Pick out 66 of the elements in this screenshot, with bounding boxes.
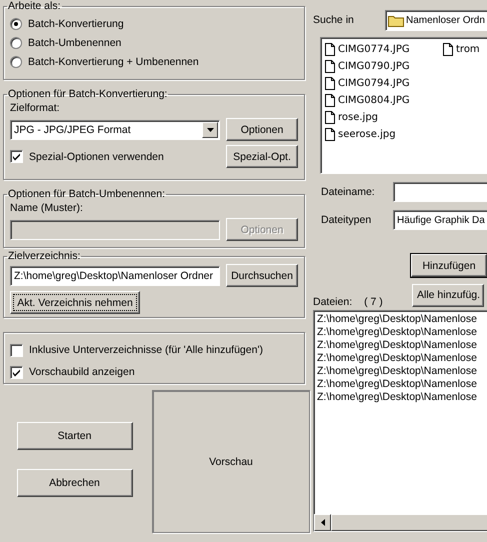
file-name-field[interactable]	[393, 182, 487, 202]
scroll-left-icon	[320, 519, 324, 526]
file-item[interactable]: rose.jpg	[325, 109, 443, 126]
look-in-label: Suche in	[313, 14, 355, 26]
file-icon	[325, 94, 335, 107]
file-item[interactable]: CIMG0790.JPG	[325, 58, 443, 75]
file-item[interactable]: CIMG0794.JPG	[325, 75, 443, 92]
file-icon	[325, 128, 335, 141]
file-types-label: Dateitypen	[320, 214, 372, 226]
radio-label[interactable]: Batch-Umbenennen	[28, 36, 122, 48]
file-item[interactable]: seerose.jpg	[325, 126, 443, 143]
radio-button[interactable]	[10, 56, 22, 68]
dropdown-arrow-icon	[206, 128, 214, 132]
file-path-item[interactable]: Z:\home\greg\Desktop\Namenlose	[317, 378, 487, 391]
browse-button[interactable]: Durchsuchen	[226, 264, 298, 287]
file-path-item[interactable]: Z:\home\greg\Desktop\Namenlose	[317, 391, 487, 404]
add-all-button[interactable]: Alle hinzufüg.	[412, 284, 484, 306]
file-icon	[325, 43, 335, 56]
file-path-item[interactable]: Z:\home\greg\Desktop\Namenlose	[317, 326, 487, 339]
file-path-item[interactable]: Z:\home\greg\Desktop\Namenlose	[317, 313, 487, 326]
group-title: Zielverzeichnis:	[7, 250, 82, 262]
radio-button[interactable]	[10, 36, 22, 48]
radio-label[interactable]: Batch-Konvertierung	[28, 18, 124, 30]
folder-dropdown[interactable]: Namenloser Ordn	[385, 10, 487, 30]
use-current-folder-button[interactable]: Akt. Verzeichnis nehmen	[10, 291, 140, 314]
name-label: Name (Muster):	[10, 202, 84, 214]
checkbox[interactable]	[10, 366, 23, 378]
checkbox[interactable]	[10, 344, 23, 356]
action-button[interactable]: Starten	[16, 422, 132, 450]
horizontal-scrollbar[interactable]	[314, 514, 487, 531]
action-button[interactable]: Abbrechen	[16, 469, 132, 497]
file-types-dropdown[interactable]: Häufige Graphik Da	[393, 210, 487, 230]
add-button[interactable]: Hinzufügen	[411, 254, 487, 277]
name-pattern-field[interactable]	[10, 220, 220, 240]
format-label: Zielformat:	[10, 102, 61, 114]
selected-files-list[interactable]	[313, 310, 487, 532]
special-options-button[interactable]: Spezial-Opt.	[226, 145, 298, 168]
file-icon	[443, 43, 453, 56]
file-icon	[325, 77, 335, 90]
file-item[interactable]: CIMG0774.JPG	[325, 41, 443, 58]
checkbox-label[interactable]: Inklusive Unterverzeichnisse (für 'Alle hinzufügen')	[29, 344, 263, 356]
checkmark-icon	[11, 151, 22, 162]
file-name-label: Dateiname:	[320, 186, 376, 198]
files-count-label: Dateien:	[313, 296, 352, 308]
file-icon	[325, 60, 335, 73]
checkbox-label[interactable]: Vorschaubild anzeigen	[29, 366, 135, 378]
radio-label[interactable]: Batch-Konvertierung + Umbenennen	[28, 56, 199, 68]
folder-icon	[388, 14, 404, 26]
file-item[interactable]: CIMG0804.JPG	[325, 92, 443, 109]
group-title: Optionen für Batch-Umbenennen:	[7, 188, 166, 200]
file-path-item[interactable]: Z:\home\greg\Desktop\Namenlose	[317, 339, 487, 352]
file-icon	[325, 111, 335, 124]
checkbox[interactable]	[10, 150, 23, 163]
format-dropdown[interactable]: JPG - JPG/JPEG Format	[10, 120, 220, 140]
file-path-item[interactable]: Z:\home\greg\Desktop\Namenlose	[317, 365, 487, 378]
file-item[interactable]: trom	[443, 41, 487, 58]
group-title: Arbeite als:	[7, 0, 62, 12]
checkbox-label[interactable]: Spezial-Optionen verwenden	[29, 150, 164, 162]
file-path-item[interactable]: Z:\home\greg\Desktop\Namenlose	[317, 352, 487, 365]
target-path-field[interactable]: Z:\home\greg\Desktop\Namenloser Ordner	[10, 266, 220, 286]
radio-button[interactable]	[10, 18, 22, 30]
preview-label: Vorschau	[209, 456, 253, 468]
file-list[interactable]: CIMG0774.JPG CIMG0790.JPG CIMG0794.JPG CIMG0804.JPG rose.jpg seerose.jpg trom	[320, 37, 487, 174]
options-button[interactable]: Optionen	[226, 118, 298, 141]
group-title: Optionen für Batch-Konvertierung:	[7, 88, 168, 100]
files-count: ( 7 )	[364, 296, 383, 308]
